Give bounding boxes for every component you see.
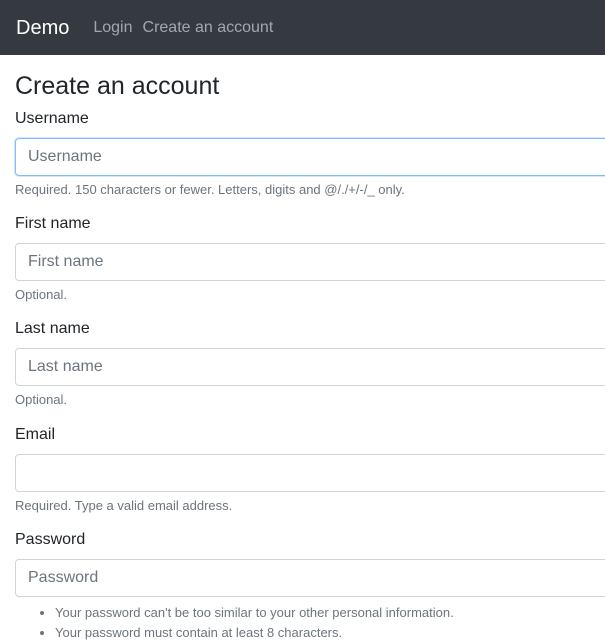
last-name-label: Last name — [15, 320, 90, 337]
username-help-text: Required. 150 characters or fewer. Lette… — [15, 182, 405, 197]
nav-link-create-account[interactable]: Create an account — [143, 19, 274, 36]
password-input[interactable] — [15, 559, 605, 597]
email-label: Email — [15, 426, 56, 443]
last-name-input[interactable] — [15, 348, 605, 386]
password-help-item: Your password can't be too similar to yo… — [55, 603, 454, 623]
password-label: Password — [15, 531, 86, 548]
top-navbar: Demo Login Create an account — [0, 0, 605, 55]
email-input[interactable] — [15, 454, 605, 492]
first-name-help-text: Optional. — [15, 287, 68, 302]
first-name-input[interactable] — [15, 243, 605, 281]
last-name-help-text: Optional. — [15, 392, 68, 407]
first-name-label: First name — [15, 215, 91, 232]
password-help-item: Your password must contain at least 8 ch… — [55, 623, 454, 643]
username-label: Username — [15, 110, 89, 127]
email-help-text: Required. Type a valid email address. — [15, 498, 233, 513]
page-title: Create an account — [15, 72, 220, 100]
nav-link-login[interactable]: Login — [93, 19, 132, 36]
brand-link[interactable]: Demo — [16, 18, 69, 38]
username-input[interactable] — [15, 138, 605, 176]
password-help-list: Your password can't be too similar to yo… — [15, 603, 454, 643]
